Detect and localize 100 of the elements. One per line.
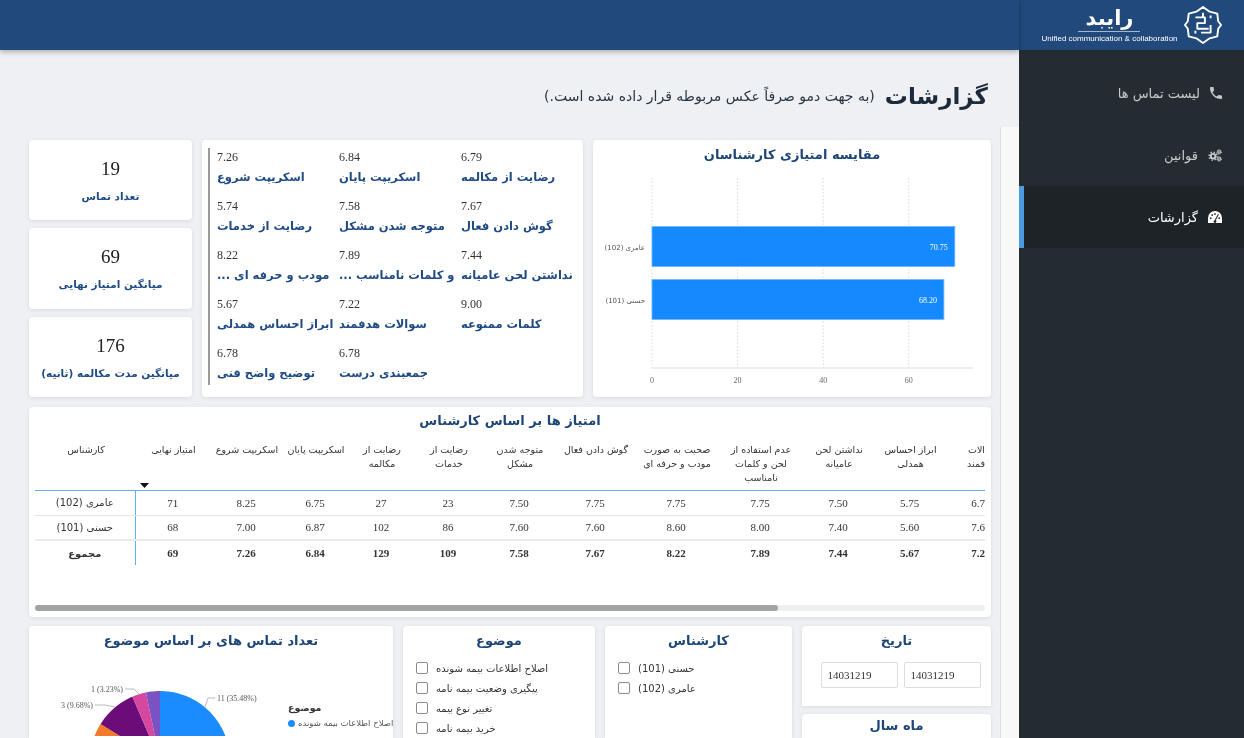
column-header[interactable]: اسکریپت پایان bbox=[282, 440, 348, 490]
scrollbar-thumb[interactable] bbox=[35, 605, 778, 611]
total-cell: 129 bbox=[348, 540, 414, 565]
option-label[interactable]: خرید بیمه نامه bbox=[436, 722, 496, 734]
gears-icon bbox=[1208, 148, 1222, 162]
scrollbar-track[interactable] bbox=[35, 605, 985, 611]
column-header[interactable]: صحبت به صورت مودب و حرفه ای bbox=[634, 440, 718, 490]
total-cell: 109 bbox=[414, 540, 482, 565]
score-label: توضیح واضح فنی bbox=[217, 365, 315, 383]
table-cell: 86 bbox=[414, 515, 482, 540]
logo-tagline: Unified communication & collaboration bbox=[1041, 34, 1178, 44]
score-label: متوجه شدن مشکل bbox=[339, 218, 445, 236]
table-cell: 7.50 bbox=[802, 490, 874, 515]
sidebar-item[interactable]: لیست تماس ها bbox=[1019, 62, 1244, 124]
legend-label[interactable]: اصلاح اطلاعات بیمه شونده bbox=[298, 717, 393, 729]
score-label: رضایت از مکالمه bbox=[461, 169, 556, 186]
column-header[interactable]: عدم استفاده از لحن و کلمات نامناسب bbox=[718, 440, 802, 490]
option-label[interactable]: پیگیری وضعیت بیمه نامه bbox=[436, 682, 538, 694]
score-value: 5.67 bbox=[217, 296, 238, 313]
tick-label: 40 bbox=[819, 376, 828, 385]
column-header[interactable]: نداشتن لحن عامیانه bbox=[802, 440, 874, 490]
leader-line bbox=[204, 697, 216, 708]
checkbox[interactable] bbox=[416, 722, 428, 734]
checkbox[interactable] bbox=[618, 682, 630, 694]
sort-descending-icon[interactable] bbox=[140, 483, 149, 488]
total-cell: 7.67 bbox=[556, 540, 634, 565]
score-label: گوش دادن فعال bbox=[461, 218, 553, 236]
score-value: 5.74 bbox=[217, 198, 238, 215]
table-cell: 8.00 bbox=[718, 515, 802, 540]
table-cell: 7.40 bbox=[802, 515, 874, 540]
score-value: 7.22 bbox=[339, 296, 360, 313]
kpi-label: تعداد تماس bbox=[81, 189, 140, 204]
checkbox[interactable] bbox=[416, 702, 428, 714]
total-cell: 7.58 bbox=[482, 540, 556, 565]
table-title: امتیاز ها بر اساس کارشناس bbox=[418, 412, 602, 430]
sidebar-item[interactable]: قوانین bbox=[1019, 124, 1244, 186]
column-header[interactable]: گوش دادن فعال bbox=[556, 440, 634, 490]
table-cell: 6.7 bbox=[945, 490, 985, 515]
data-label: 68.20 bbox=[918, 295, 937, 305]
column-header[interactable]: رضایت از خدمات bbox=[414, 440, 482, 490]
score-value: 6.78 bbox=[217, 345, 238, 362]
slice-label: 1 (3.23%) bbox=[91, 685, 123, 694]
table-cell: 71 bbox=[135, 490, 210, 515]
table-cell: 7.6 bbox=[945, 515, 985, 540]
table-cell: 8.25 bbox=[210, 490, 282, 515]
score-label: ابراز احساس همدلی bbox=[217, 316, 334, 333]
total-cell: 69 bbox=[135, 540, 210, 565]
column-header[interactable]: رضایت از مکالمه bbox=[348, 440, 414, 490]
kpi-value: 176 bbox=[96, 333, 125, 358]
option-label[interactable]: حسنی (101) bbox=[638, 662, 695, 674]
column-header[interactable]: اسکریپت شروع bbox=[210, 440, 282, 490]
column-header[interactable]: الات فمند bbox=[945, 440, 985, 490]
date-field[interactable]: 14031219 bbox=[820, 662, 898, 688]
score-value: 7.89 bbox=[339, 247, 360, 264]
filter-title: تاریخ bbox=[879, 632, 914, 650]
score-value: 6.78 bbox=[339, 345, 360, 362]
filter-title: موضوع bbox=[475, 632, 523, 650]
table-cell: 23 bbox=[414, 490, 482, 515]
total-cell: 8.22 bbox=[634, 540, 718, 565]
leader-line bbox=[124, 688, 140, 695]
total-cell: 7.44 bbox=[802, 540, 874, 565]
score-value: 6.79 bbox=[461, 149, 482, 166]
phone-icon bbox=[1210, 87, 1222, 99]
score-value: 7.44 bbox=[461, 247, 482, 264]
legend-title: موضوع bbox=[288, 702, 322, 714]
table-cell: 6.87 bbox=[282, 515, 348, 540]
table-cell: 6.75 bbox=[282, 490, 348, 515]
option-label[interactable]: عامری (102) bbox=[638, 682, 696, 694]
total-cell: 5.67 bbox=[874, 540, 945, 565]
score-label: نداشتن لحن عامیانه bbox=[461, 267, 573, 284]
slice-label: 3 (9.68%) bbox=[61, 701, 93, 710]
table-cell: 7.75 bbox=[556, 490, 634, 515]
column-header[interactable]: امتیاز نهایی bbox=[135, 440, 210, 490]
table-cell: 5.75 bbox=[874, 490, 945, 515]
table-cell: 7.75 bbox=[634, 490, 718, 515]
option-label[interactable]: تغییر نوع بیمه bbox=[436, 702, 493, 714]
checkbox[interactable] bbox=[618, 662, 630, 674]
tick-label: 60 bbox=[904, 376, 913, 385]
total-cell: 7.89 bbox=[718, 540, 802, 565]
logo-text: رایبد bbox=[1085, 6, 1134, 30]
option-label[interactable]: اصلاح اطلاعات بیمه شونده bbox=[436, 662, 549, 674]
score-label: جمعبندی درست bbox=[339, 365, 429, 382]
scrollbar-track[interactable] bbox=[1000, 127, 1019, 738]
score-label: سوالات هدفمند bbox=[339, 316, 427, 334]
table-cell: 102 bbox=[348, 515, 414, 540]
date-field[interactable]: 14031219 bbox=[903, 662, 981, 688]
page-title: گزارشات bbox=[884, 82, 988, 109]
sidebar-item[interactable]: گزارشات bbox=[1019, 186, 1244, 248]
score-label: و کلمات نامناسب ... bbox=[339, 267, 455, 285]
table-cell: عامری (102) bbox=[35, 490, 135, 515]
checkbox[interactable] bbox=[416, 682, 428, 694]
column-header[interactable]: متوجه شدن مشکل bbox=[482, 440, 556, 490]
column-header[interactable]: ابراز احساس همدلی bbox=[874, 440, 945, 490]
column-header[interactable]: کارشناس bbox=[35, 440, 135, 490]
checkbox[interactable] bbox=[416, 662, 428, 674]
kpi-value: 69 bbox=[101, 245, 120, 270]
data-label: 70.75 bbox=[929, 242, 948, 252]
total-cell: 7.2 bbox=[945, 540, 985, 565]
leader-line bbox=[94, 704, 116, 708]
chart-title: تعداد تماس های بر اساس موضوع bbox=[102, 632, 320, 650]
